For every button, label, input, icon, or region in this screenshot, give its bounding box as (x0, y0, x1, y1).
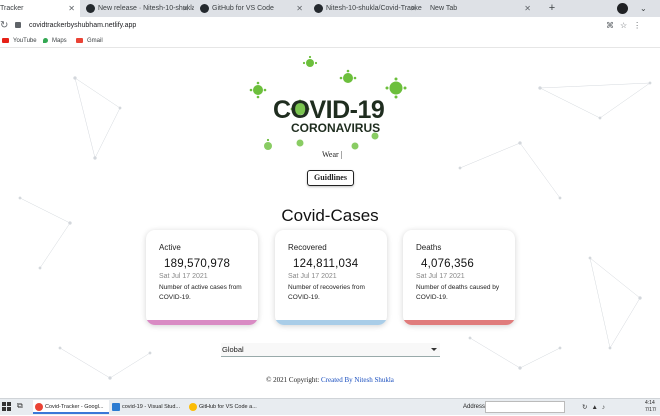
tab-github-vscode[interactable]: GitHub for VS Code ✕ (196, 0, 308, 17)
bookmark-gmail[interactable]: Gmail (76, 34, 103, 48)
windows-start-icon[interactable] (2, 402, 12, 412)
card-date: Sat Jul 17 2021 (288, 273, 337, 280)
wear-text: Wear | (322, 150, 343, 159)
footer: © 2021 Copyright: Created By Nitesh Shuk… (0, 376, 660, 384)
system-clock[interactable]: 4:14 7/17/ (645, 400, 656, 414)
close-tab-icon[interactable]: ✕ (182, 0, 189, 17)
github-icon (86, 4, 95, 13)
card-accent-bar (403, 320, 515, 325)
bookmark-label: YouTube (13, 38, 37, 44)
taskbar-item-vscode[interactable]: covid-19 - Visual Stud... (110, 400, 186, 414)
reload-icon[interactable]: ↻ (0, 17, 8, 34)
active-cases-card: Active 189,570,978 Sat Jul 17 2021 Numbe… (146, 230, 258, 325)
tab-label: New release · Nitesh-10-shukla/ (98, 5, 194, 12)
card-description: Number of recoveries from COVID-19. (288, 284, 365, 301)
tab-covid-tracker-repo[interactable]: Nitesh-10-shukla/Covid-Tracker ✕ (310, 0, 422, 17)
profile-avatar-icon[interactable] (617, 3, 628, 14)
card-value: 189,570,978 (164, 258, 231, 270)
address-label: Address (463, 404, 486, 410)
browser-toolbar: ↻ covidtrackerbyshubham.netlify.app ⌘☆⋮ (0, 17, 660, 34)
taskbar-item-label: covid-19 - Visual Stud... (122, 404, 180, 410)
chevron-down-icon (431, 348, 437, 351)
url-field[interactable]: covidtrackerbyshubham.netlify.app (29, 17, 136, 34)
tab-new-tab[interactable]: New Tab ✕ (424, 0, 536, 17)
web-page: COVID-19 CORONAVIRUS Wear | Guidlines Co… (0, 48, 660, 398)
tab-covid-tracker[interactable]: Tracker ✕ (0, 0, 80, 17)
clock-date: 7/17/ (645, 407, 657, 413)
country-select-value: Global (222, 345, 244, 354)
vscode-icon (112, 403, 120, 411)
github-icon (314, 4, 323, 13)
address-input[interactable] (485, 401, 565, 413)
chevron-down-icon[interactable]: ⌄ (640, 0, 647, 17)
lock-icon[interactable] (15, 22, 21, 28)
new-tab-button[interactable]: + (545, 0, 559, 17)
close-tab-icon[interactable]: ✕ (524, 0, 531, 17)
network-icon[interactable]: ▲ (591, 404, 601, 411)
card-value: 4,076,356 (421, 258, 474, 270)
recovered-card: Recovered 124,811,034 Sat Jul 17 2021 Nu… (275, 230, 387, 325)
taskbar-item-chrome[interactable]: Covid-Tracker - Googl... (33, 400, 109, 414)
close-tab-icon[interactable]: ✕ (410, 0, 417, 17)
taskbar-item-label: GitHub for VS Code a... (199, 404, 257, 410)
country-select[interactable]: Global (221, 343, 440, 357)
chrome-icon (35, 403, 43, 411)
taskbar-item-chrome-2[interactable]: GitHub for VS Code a... (187, 400, 263, 414)
card-description: Number of active cases from COVID-19. (159, 284, 242, 301)
maps-pin-icon (43, 37, 48, 43)
bookmark-label: Maps (52, 38, 67, 44)
card-title: Recovered (288, 243, 327, 252)
card-date: Sat Jul 17 2021 (416, 273, 465, 280)
author-link[interactable]: Created By Nitesh Shukla (321, 376, 394, 384)
volume-icon[interactable]: ♪ (602, 404, 609, 411)
card-title: Deaths (416, 243, 442, 252)
card-accent-bar (146, 320, 258, 325)
cases-heading: Covid-Cases (281, 206, 379, 225)
bookmarks-bar: YouTube Maps Gmail (0, 34, 660, 48)
close-tab-icon[interactable]: ✕ (296, 0, 303, 17)
github-icon (200, 4, 209, 13)
browser-tab-strip: Tracker ✕ New release · Nitesh-10-shukla… (0, 0, 660, 17)
tab-label: New Tab (430, 5, 458, 12)
tab-label: GitHub for VS Code (212, 5, 274, 12)
clock-time: 4:14 (645, 400, 655, 406)
tab-new-release[interactable]: New release · Nitesh-10-shukla/ ✕ (82, 0, 194, 17)
tab-label: Tracker (0, 5, 24, 12)
windows-taskbar: ⧉ Covid-Tracker - Googl... covid-19 - Vi… (0, 398, 660, 415)
youtube-icon (2, 37, 9, 43)
menu-icon[interactable]: ⋮ (633, 21, 647, 30)
guidelines-button[interactable]: Guidlines (307, 170, 354, 186)
card-title: Active (159, 243, 181, 252)
card-description: Number of deaths caused by COVID-19. (416, 284, 500, 301)
taskbar-item-label: Covid-Tracker - Googl... (45, 404, 104, 410)
card-date: Sat Jul 17 2021 (159, 273, 208, 280)
bookmark-maps[interactable]: Maps (43, 34, 67, 48)
bookmark-youtube[interactable]: YouTube (2, 34, 37, 48)
logo-subtitle: CORONAVIRUS (291, 121, 381, 135)
tab-label: Nitesh-10-shukla/Covid-Tracker (326, 5, 422, 12)
star-icon[interactable]: ☆ (620, 21, 633, 30)
close-tab-icon[interactable]: ✕ (68, 0, 75, 17)
copyright-text: © 2021 Copyright: (266, 376, 321, 384)
bookmark-label: Gmail (87, 38, 103, 44)
deaths-card: Deaths 4,076,356 Sat Jul 17 2021 Number … (403, 230, 515, 325)
chrome-icon (189, 403, 197, 411)
task-view-icon[interactable]: ⧉ (17, 401, 23, 411)
qr-code-icon[interactable]: ⌘ (606, 21, 620, 30)
gmail-icon (76, 37, 83, 43)
card-accent-bar (275, 320, 387, 325)
card-value: 124,811,034 (293, 258, 359, 270)
